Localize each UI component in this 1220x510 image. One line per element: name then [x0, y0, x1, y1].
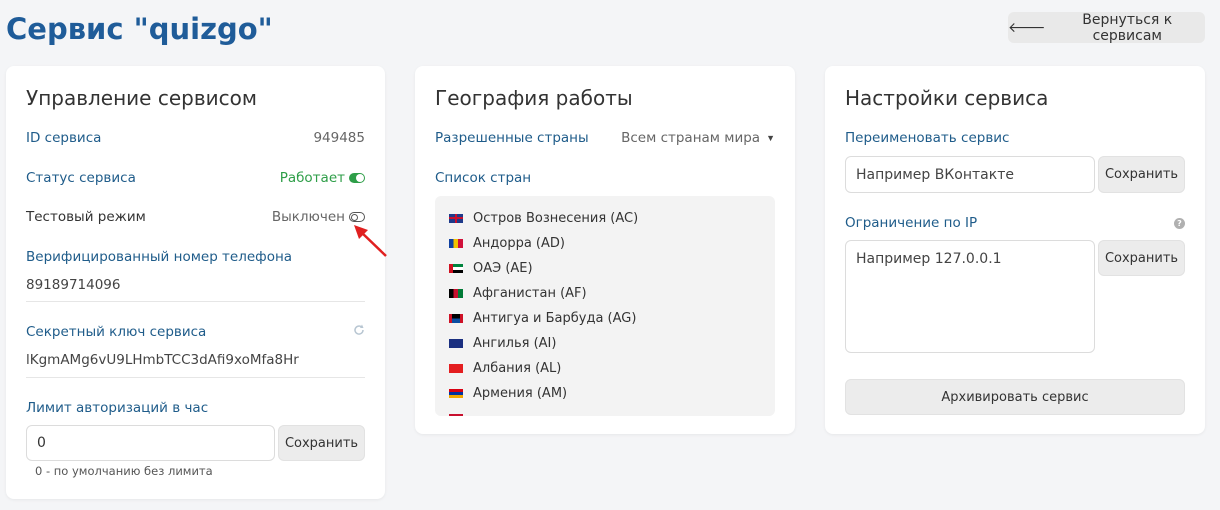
flag-antigua-icon	[449, 313, 463, 323]
status-value: Работает	[279, 170, 345, 186]
secret-key-label: Секретный ключ сервиса	[26, 324, 207, 340]
management-title: Управление сервисом	[26, 86, 257, 110]
page-title: Сервис "quizgo"	[6, 12, 273, 46]
country-name: Афганистан (AF)	[473, 285, 587, 301]
arrow-left-icon: 🡐	[1008, 20, 1046, 36]
country-item-af[interactable]: Афганистан (AF)	[449, 284, 587, 302]
service-id-label: ID сервиса	[26, 130, 102, 146]
settings-card: Настройки сервиса Переименовать сервис Н…	[825, 66, 1205, 434]
auth-limit-input[interactable]: 0	[26, 425, 275, 461]
test-mode-value: Выключен	[271, 209, 345, 225]
flag-albania-icon	[449, 363, 463, 373]
settings-title: Настройки сервиса	[845, 86, 1049, 110]
ip-limit-save-button[interactable]: Сохранить	[1098, 240, 1185, 276]
management-card: Управление сервисом ID сервиса 949485 Ст…	[6, 66, 387, 499]
archive-service-button[interactable]: Архивировать сервис	[845, 379, 1185, 415]
secret-key-value: lKgmAMg6vU9LHmbTCC3dAfi9xoMfa8Hr	[26, 352, 299, 368]
status-label: Статус сервиса	[26, 170, 136, 186]
country-item-am[interactable]: Армения (AM)	[449, 384, 567, 402]
refresh-icon[interactable]	[353, 324, 365, 336]
auth-limit-label: Лимит авторизаций в час	[26, 400, 209, 416]
allowed-countries-label: Разрешенные страны	[435, 130, 589, 146]
rename-input[interactable]: Например ВКонтакте	[845, 156, 1095, 193]
annotation-arrow-icon	[354, 225, 387, 257]
country-item-partial[interactable]	[449, 409, 463, 416]
rename-label: Переименовать сервис	[845, 130, 1010, 146]
geography-card: География работы Разрешенные страны Всем…	[415, 66, 795, 434]
country-name: Антигуа и Барбуда (AG)	[473, 310, 637, 326]
divider	[26, 377, 365, 378]
auth-limit-hint: 0 - по умолчанию без лимита	[35, 464, 213, 478]
country-name: Армения (AM)	[473, 385, 568, 401]
divider	[26, 301, 365, 302]
rename-save-button[interactable]: Сохранить	[1098, 156, 1185, 193]
country-item-al[interactable]: Албания (AL)	[449, 359, 561, 377]
allowed-countries-value: Всем странам мира	[621, 130, 761, 146]
flag-afghanistan-icon	[449, 288, 463, 298]
service-id-value: 949485	[313, 130, 365, 146]
status-toggle[interactable]	[349, 173, 365, 183]
phone-value: 89189714096	[26, 277, 121, 293]
country-name: Албания (AL)	[473, 360, 562, 376]
country-list[interactable]: Остров Вознесения (AC) Андорра (AD) ОАЭ …	[435, 196, 775, 416]
ip-limit-textarea[interactable]: Например 127.0.0.1	[845, 240, 1095, 353]
country-item-ae[interactable]: ОАЭ (AE)	[449, 259, 533, 277]
flag-armenia-icon	[449, 388, 463, 398]
country-item-ag[interactable]: Антигуа и Барбуда (AG)	[449, 309, 636, 327]
country-name: Андорра (AD)	[473, 235, 565, 251]
country-name: ОАЭ (AE)	[473, 260, 533, 276]
back-to-services-button[interactable]: 🡐 Вернуться к сервисам	[1008, 11, 1205, 44]
allowed-countries-select[interactable]: Всем странам мира ▼	[621, 130, 775, 146]
test-mode-label: Тестовый режим	[26, 209, 146, 225]
country-list-label: Список стран	[435, 170, 532, 186]
flag-anguilla-icon	[449, 338, 463, 348]
help-icon[interactable]: ?	[1174, 218, 1185, 229]
auth-limit-save-button[interactable]: Сохранить	[278, 425, 365, 461]
flag-uk-icon	[449, 213, 463, 223]
country-name: Остров Вознесения (AC)	[473, 210, 639, 226]
flag-uae-icon	[449, 263, 463, 273]
flag-andorra-icon	[449, 238, 463, 248]
country-item-ad[interactable]: Андорра (AD)	[449, 234, 565, 252]
back-label: Вернуться к сервисам	[1082, 11, 1173, 44]
country-item-ac[interactable]: Остров Вознесения (AC)	[449, 209, 638, 227]
ip-limit-label: Ограничение по IP	[845, 215, 978, 231]
caret-down-icon: ▼	[766, 133, 775, 143]
flag-icon	[449, 413, 463, 416]
test-mode-toggle[interactable]	[349, 212, 365, 222]
phone-label: Верифицированный номер телефона	[26, 249, 293, 265]
country-name: Ангилья (AI)	[473, 335, 557, 351]
geography-title: География работы	[435, 86, 633, 110]
country-item-ai[interactable]: Ангилья (AI)	[449, 334, 556, 352]
